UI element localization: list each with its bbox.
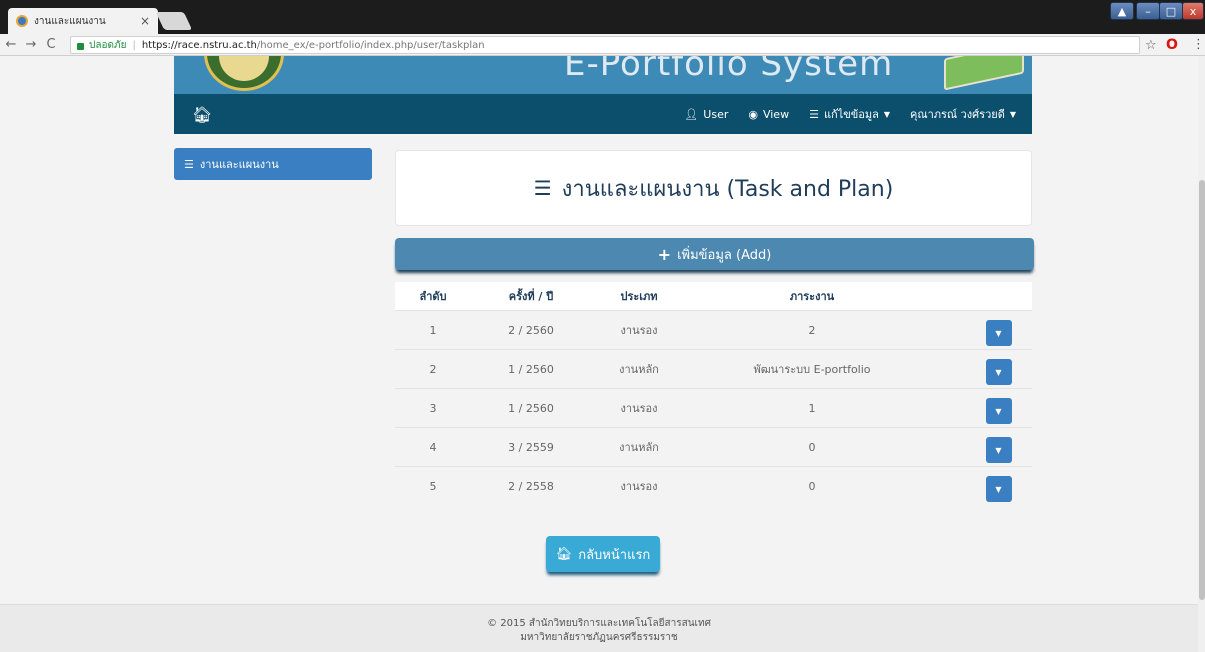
new-tab-button[interactable]	[155, 12, 193, 30]
server-icon: ☰	[184, 157, 194, 171]
cell-task: พัฒนาระบบ E-portfolio	[753, 363, 871, 376]
browser-tab-strip: งานและแผนงาน × ▲ – □ x	[0, 0, 1205, 34]
university-logo	[204, 56, 284, 91]
nav-edit-dropdown[interactable]: ☰ แก้ไขข้อมูล ▼	[809, 105, 890, 123]
site-favicon-icon	[16, 15, 28, 27]
cell-no: 1	[429, 323, 437, 337]
cell-type: งานรอง	[620, 324, 658, 337]
cell-term: 2 / 2558	[508, 479, 554, 493]
forward-arrow-icon[interactable]: →	[22, 37, 40, 52]
cell-type: งานรอง	[620, 480, 658, 493]
caret-down-icon: ▼	[883, 109, 891, 119]
nav-account-dropdown[interactable]: คุณาภรณ์ วงศ์รวยดี ▼	[910, 105, 1016, 123]
cell-no: 2	[429, 362, 437, 376]
navbar-links: 👤︎ User ◉ View ☰ แก้ไขข้อมูล ▼ คุณาภรณ์ …	[684, 94, 1016, 134]
scrollbar-thumb[interactable]	[1199, 180, 1205, 600]
nav-view-label: View	[762, 107, 790, 121]
nav-user-label: User	[703, 107, 729, 121]
row-dropdown-button[interactable]: ▼	[985, 476, 1012, 502]
add-button[interactable]: + เพิ่มข้อมูล (Add)	[395, 238, 1034, 270]
cell-term: 2 / 2560	[508, 323, 554, 337]
table-header: ลำดับ ครั้งที่ / ปี ประเภท ภาระงาน	[395, 282, 1032, 310]
page-title: งานและแผนงาน (Task and Plan)	[561, 176, 894, 202]
table-row: 4 3 / 2559 งานหลัก 0 ▼	[395, 427, 1032, 466]
url-host: https://race.nstru.ac.th	[141, 39, 257, 51]
footer-copyright: © 2015 สำนักวิทยบริการและเทคโนโลยีสารสนเ…	[487, 618, 711, 629]
row-dropdown-button[interactable]: ▼	[985, 320, 1012, 346]
table-row: 2 1 / 2560 งานหลัก พัฒนาระบบ E-portfolio…	[395, 349, 1032, 388]
footer-university: มหาวิทยาลัยราชภัฏนครศรีธรรมราช	[520, 632, 678, 643]
table-row: 5 2 / 2558 งานรอง 0 ▼	[395, 466, 1032, 505]
top-navbar: 🏠︎ 👤︎ User ◉ View ☰ แก้ไขข้อมูล ▼ คุณาภร…	[174, 94, 1032, 134]
page-title-panel: ☰ งานและแผนงาน (Task and Plan)	[395, 150, 1032, 226]
bookmark-star-icon[interactable]: ☆	[1145, 38, 1157, 53]
list-icon: ☰	[809, 107, 819, 121]
cell-term: 1 / 2560	[508, 362, 554, 376]
url-path: /home_ex/e-portfolio/index.php/user/task…	[256, 39, 485, 51]
plus-icon: +	[657, 244, 672, 264]
opera-icon[interactable]: O	[1166, 37, 1178, 53]
window-maximize-button[interactable]: □	[1159, 2, 1183, 20]
site-banner: E-Portfolio System	[174, 56, 1032, 94]
nav-edit-label: แก้ไขข้อมูล	[823, 108, 879, 121]
row-dropdown-button[interactable]: ▼	[985, 437, 1012, 463]
table-row: 3 1 / 2560 งานรอง 1 ▼	[395, 388, 1032, 427]
address-bar[interactable]: ปลอดภัย | https://race.nstru.ac.th/home_…	[70, 36, 1140, 54]
nav-user-link[interactable]: 👤︎ User	[684, 108, 728, 121]
cell-term: 1 / 2560	[508, 401, 554, 415]
back-arrow-icon[interactable]: ←	[2, 37, 20, 52]
cell-task: 0	[808, 440, 816, 454]
book-icon	[944, 56, 1024, 91]
address-separator: |	[132, 39, 136, 51]
browser-menu-icon[interactable]: ⋮	[1192, 37, 1205, 52]
add-button-label: เพิ่มข้อมูล (Add)	[677, 247, 772, 263]
home-icon[interactable]: 🏠︎	[192, 105, 212, 124]
lock-icon	[77, 42, 84, 50]
header-type: ประเภท	[620, 290, 658, 303]
header-no: ลำดับ	[419, 290, 447, 303]
cell-no: 5	[429, 479, 437, 493]
user-icon: 👤︎	[684, 107, 699, 121]
browser-toolbar: ← → C ปลอดภัย | https://race.nstru.ac.th…	[0, 34, 1205, 56]
secure-label: ปลอดภัย	[89, 39, 127, 51]
sidebar-item-label: งานและแผนงาน	[199, 158, 279, 171]
cell-task: 0	[808, 479, 816, 493]
nav-view-link[interactable]: ◉ View	[748, 108, 789, 121]
footer: © 2015 สำนักวิทยบริการและเทคโนโลยีสารสนเ…	[0, 604, 1198, 652]
banner-title: E-Portfolio System	[564, 56, 894, 84]
cell-task: 2	[808, 323, 816, 337]
row-dropdown-button[interactable]: ▼	[985, 398, 1012, 424]
server-icon: ☰	[533, 176, 552, 200]
window-close-button[interactable]: x	[1182, 2, 1204, 20]
cell-task: 1	[808, 401, 816, 415]
eye-icon: ◉	[748, 107, 758, 121]
cell-type: งานหลัก	[619, 441, 659, 454]
page: E-Portfolio System 🏠︎ 👤︎ User ◉ View ☰ แ…	[0, 56, 1198, 652]
back-home-button[interactable]: 🏠︎ กลับหน้าแรก	[546, 536, 660, 572]
row-dropdown-button[interactable]: ▼	[985, 359, 1012, 385]
task-table: ลำดับ ครั้งที่ / ปี ประเภท ภาระงาน 1 2 /…	[395, 282, 1032, 505]
window-user-icon[interactable]: ▲	[1110, 2, 1134, 20]
home-icon: 🏠︎	[555, 546, 573, 562]
caret-down-icon: ▼	[1009, 109, 1016, 119]
cell-type: งานรอง	[620, 402, 658, 415]
table-row: 1 2 / 2560 งานรอง 2 ▼	[395, 310, 1032, 349]
cell-no: 4	[429, 440, 437, 454]
cell-no: 3	[429, 401, 437, 415]
cell-type: งานหลัก	[619, 363, 659, 376]
browser-tab[interactable]: งานและแผนงาน ×	[8, 8, 158, 34]
reload-icon[interactable]: C	[42, 37, 60, 52]
sidebar-item-taskplan[interactable]: ☰ งานและแผนงาน	[174, 148, 372, 180]
tab-title: งานและแผนงาน	[34, 15, 106, 27]
tab-close-icon[interactable]: ×	[140, 14, 150, 28]
nav-account-label: คุณาภรณ์ วงศ์รวยดี	[910, 108, 1005, 121]
header-task: ภาระงาน	[789, 290, 835, 303]
back-home-label: กลับหน้าแรก	[578, 547, 651, 563]
window-minimize-button[interactable]: –	[1136, 2, 1160, 20]
header-term: ครั้งที่ / ปี	[508, 290, 554, 303]
cell-term: 3 / 2559	[508, 440, 554, 454]
